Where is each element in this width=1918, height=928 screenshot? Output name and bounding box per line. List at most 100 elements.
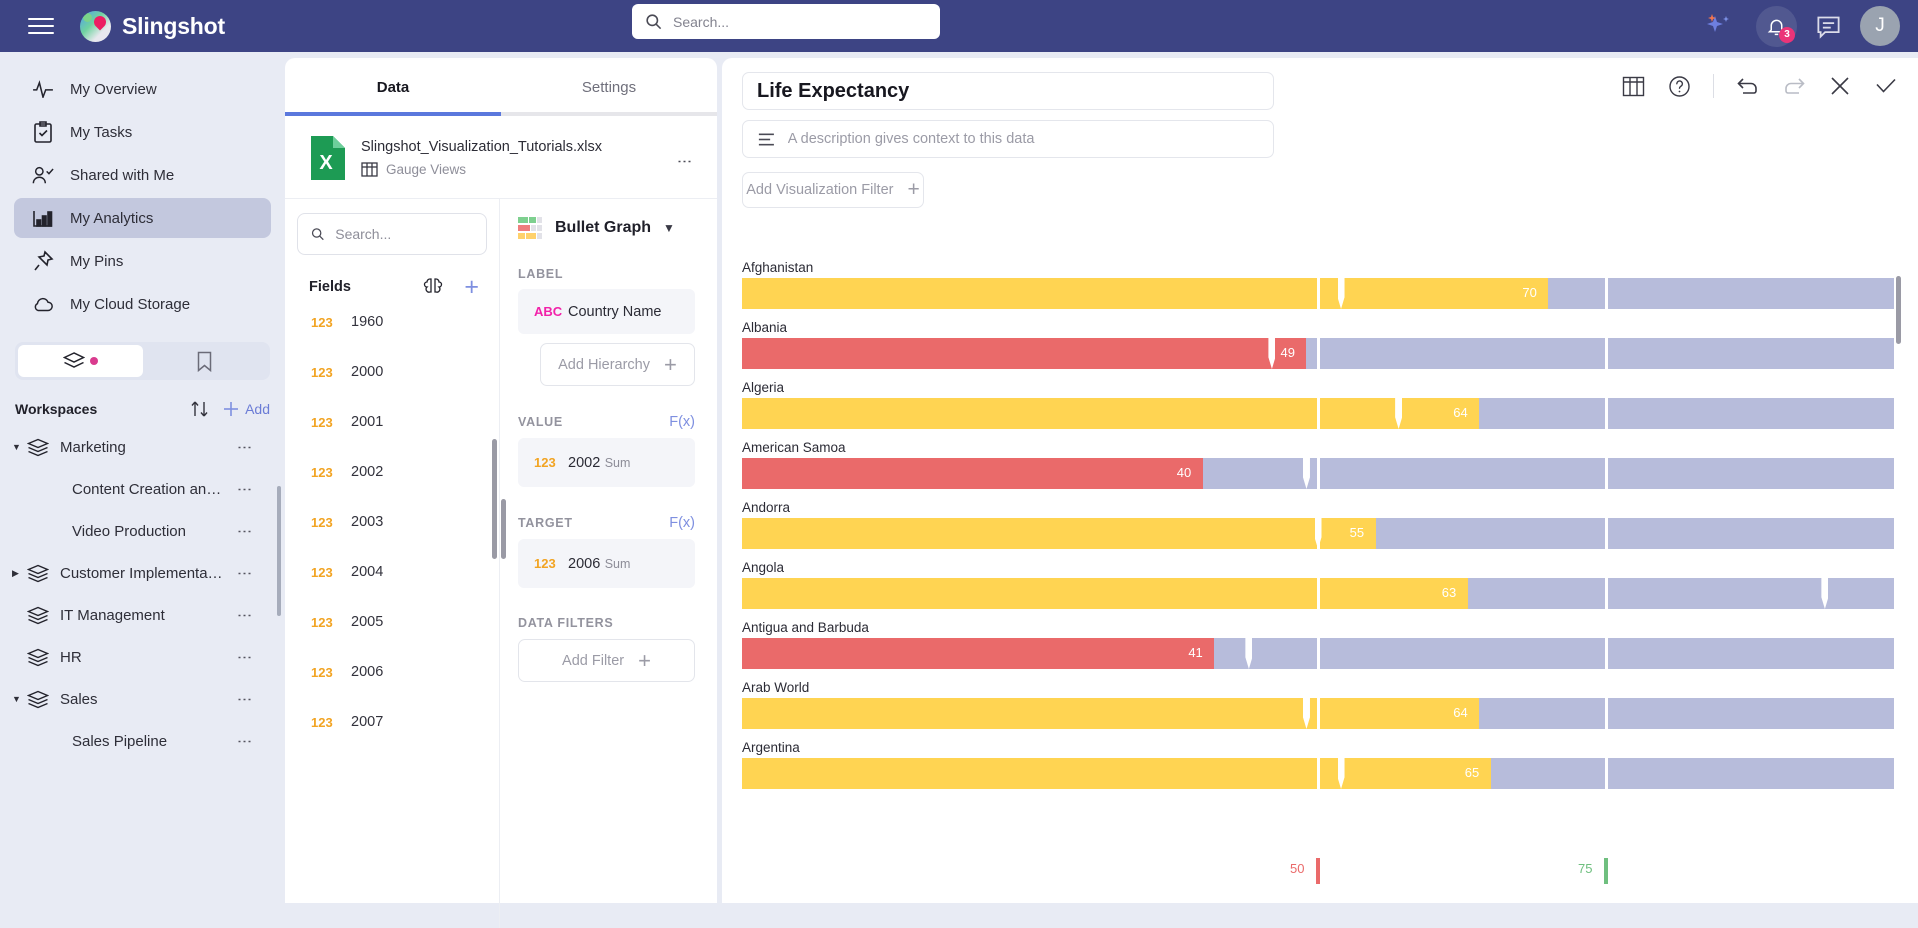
label-field-chip[interactable]: ABC Country Name	[518, 289, 695, 334]
add-visualization-filter-label: Add Visualization Filter	[746, 182, 894, 198]
tab-settings[interactable]: Settings	[501, 58, 717, 116]
bullet-row[interactable]: Algeria 64	[742, 378, 1902, 429]
field-item[interactable]: 123 2002	[285, 447, 499, 497]
field-item[interactable]: 123 2006	[285, 647, 499, 697]
sidebar-item-my-analytics[interactable]: My Analytics	[14, 198, 271, 238]
chart-description-input[interactable]	[787, 131, 1259, 147]
field-item[interactable]: 123 1960	[285, 297, 499, 347]
save-button[interactable]	[1874, 74, 1898, 98]
value-formula-button[interactable]: F(x)	[669, 414, 695, 430]
workspace-more-icon[interactable]: ⋮	[236, 440, 253, 455]
workspace-more-icon[interactable]: ⋮	[236, 692, 253, 707]
sidebar-item-my-tasks[interactable]: My Tasks	[14, 112, 271, 152]
sidebar-item-shared-with-me[interactable]: Shared with Me	[14, 155, 271, 195]
bullet-row[interactable]: Andorra 55	[742, 498, 1902, 549]
ai-sparkle-icon[interactable]	[1704, 13, 1738, 39]
segment-workspaces[interactable]	[18, 345, 143, 377]
bullet-row[interactable]: Angola 63	[742, 558, 1902, 609]
workspace-more-icon[interactable]: ⋮	[236, 734, 253, 749]
bullet-row[interactable]: Antigua and Barbuda 41	[742, 618, 1902, 669]
redo-button[interactable]	[1782, 74, 1806, 98]
bullet-row[interactable]: Albania 49	[742, 318, 1902, 369]
bullet-row[interactable]: Arab World 64	[742, 678, 1902, 729]
brain-icon[interactable]	[422, 277, 444, 297]
field-label: 1960	[351, 314, 384, 330]
data-source-row[interactable]: X Slingshot_Visualization_Tutorials.xlsx…	[285, 116, 717, 198]
chip-body: 2006 Sum	[568, 555, 630, 573]
bullet-threshold-separator	[1316, 578, 1320, 609]
bullet-value-bar	[742, 578, 1468, 609]
config-scrollbar[interactable]	[501, 499, 506, 559]
bullet-threshold-separator	[1316, 638, 1320, 669]
chevron-right-icon[interactable]: ▶	[12, 568, 26, 579]
value-field-aggregation: Sum	[604, 455, 631, 470]
add-hierarchy-button[interactable]: Add Hierarchy +	[540, 343, 695, 386]
brand[interactable]: Slingshot	[80, 10, 225, 42]
add-field-icon[interactable]: +	[464, 275, 479, 300]
visualization-type-selector[interactable]: Bullet Graph ▼	[518, 217, 695, 239]
field-item[interactable]: 123 2004	[285, 547, 499, 597]
help-button[interactable]	[1667, 74, 1691, 98]
bullet-row[interactable]: American Samoa 40	[742, 438, 1902, 489]
workspace-more-icon[interactable]: ⋮	[236, 608, 253, 623]
chevron-down-icon[interactable]: ▼	[12, 442, 26, 452]
user-check-icon	[32, 164, 54, 186]
bullet-row[interactable]: Afghanistan 70	[742, 258, 1902, 309]
field-item[interactable]: 123 2007	[285, 697, 499, 747]
chart-scrollbar[interactable]	[1896, 276, 1901, 344]
field-item[interactable]: 123 2000	[285, 347, 499, 397]
bullet-target-marker	[1245, 638, 1253, 669]
workspace-more-icon[interactable]: ⋮	[236, 482, 253, 497]
field-item[interactable]: 123 2003	[285, 497, 499, 547]
workspace-more-icon[interactable]: ⋮	[236, 650, 253, 665]
chevron-down-icon[interactable]: ▼	[663, 221, 675, 235]
field-item[interactable]: 123 2001	[285, 397, 499, 447]
sort-icon[interactable]	[189, 399, 211, 419]
target-formula-button[interactable]: F(x)	[669, 515, 695, 531]
target-field-chip[interactable]: 123 2006 Sum	[518, 539, 695, 588]
menu-hamburger-icon[interactable]	[28, 13, 54, 39]
table-view-button[interactable]	[1621, 74, 1645, 98]
segment-bookmarks[interactable]	[143, 345, 268, 377]
bullet-row[interactable]: Argentina 65	[742, 738, 1902, 789]
notifications-button[interactable]: 3	[1756, 5, 1797, 47]
global-search[interactable]	[632, 4, 940, 39]
user-avatar[interactable]: J	[1860, 6, 1900, 46]
data-source-more-icon[interactable]: ⋮	[675, 154, 693, 169]
bar-chart-icon	[32, 207, 54, 229]
workspace-row-customer-implementation[interactable]: ▶ Customer Implementa… ⋮	[0, 552, 285, 594]
field-item[interactable]: 123 2005	[285, 597, 499, 647]
workspace-row-marketing[interactable]: ▼ Marketing ⋮	[0, 426, 285, 468]
chart-description-field[interactable]	[742, 120, 1274, 158]
chart-title-field[interactable]	[742, 72, 1274, 110]
close-icon	[1831, 77, 1849, 95]
fields-scrollbar[interactable]	[492, 439, 497, 559]
workspace-row-sales[interactable]: ▼ Sales ⋮	[0, 678, 285, 720]
sidebar-item-my-pins[interactable]: My Pins	[14, 241, 271, 281]
cancel-button[interactable]	[1828, 74, 1852, 98]
tab-data[interactable]: Data	[285, 58, 501, 116]
bookmark-icon	[198, 351, 212, 372]
fields-search-input[interactable]	[335, 226, 474, 242]
workspace-more-icon[interactable]: ⋮	[236, 524, 253, 539]
chevron-down-icon[interactable]: ▼	[12, 694, 26, 704]
workspace-row-content-creation[interactable]: Content Creation an… ⋮	[0, 468, 285, 510]
search-input[interactable]	[673, 13, 928, 30]
add-workspace-button[interactable]: Add	[221, 399, 270, 419]
undo-button[interactable]	[1736, 74, 1760, 98]
workspace-row-video-production[interactable]: Video Production ⋮	[0, 510, 285, 552]
sidebar-item-my-overview[interactable]: My Overview	[14, 69, 271, 109]
workspace-more-icon[interactable]: ⋮	[236, 566, 253, 581]
add-visualization-filter-button[interactable]: Add Visualization Filter +	[742, 172, 924, 208]
fields-search[interactable]	[297, 213, 487, 255]
sidebar-item-my-cloud-storage[interactable]: My Cloud Storage	[14, 284, 271, 324]
chart-title-input[interactable]	[757, 79, 1259, 103]
add-filter-button[interactable]: Add Filter +	[518, 639, 695, 682]
clipboard-check-icon	[32, 121, 54, 143]
bullet-value-bar	[742, 638, 1215, 669]
workspace-row-hr[interactable]: HR ⋮	[0, 636, 285, 678]
messages-icon[interactable]	[1815, 13, 1842, 40]
workspace-row-it-management[interactable]: IT Management ⋮	[0, 594, 285, 636]
workspace-row-sales-pipeline[interactable]: Sales Pipeline ⋮	[0, 720, 285, 762]
value-field-chip[interactable]: 123 2002 Sum	[518, 438, 695, 487]
